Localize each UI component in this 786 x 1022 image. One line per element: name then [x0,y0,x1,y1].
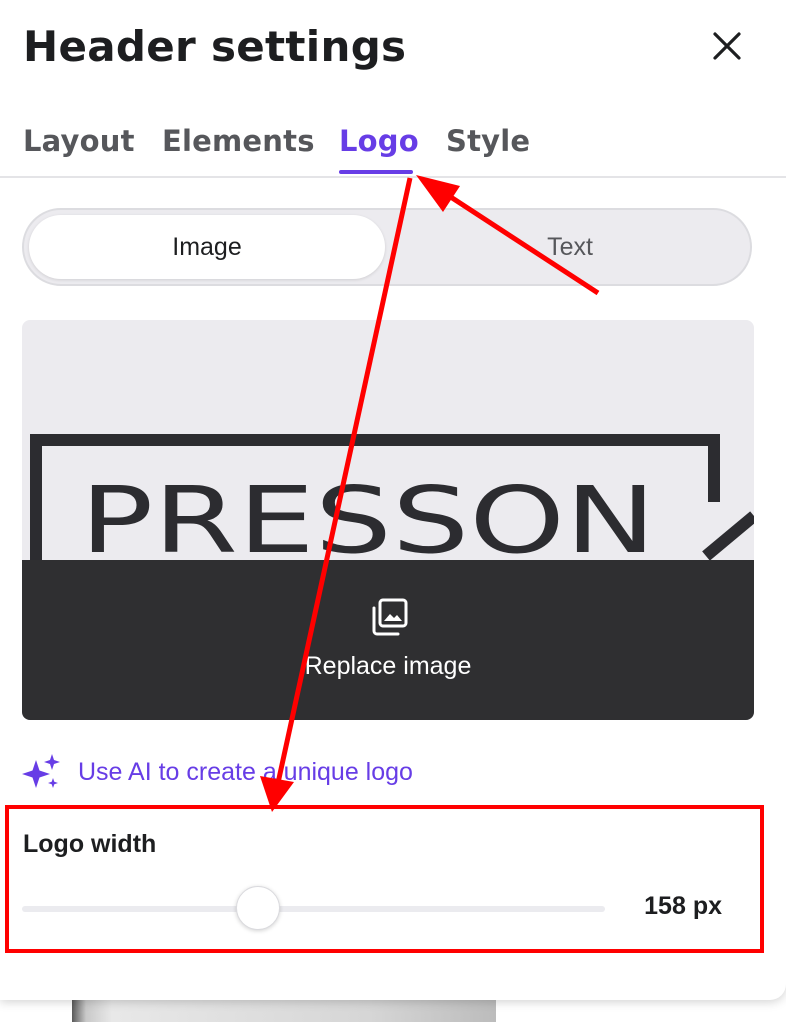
image-gallery-icon [372,598,408,636]
replace-image-label: Replace image [304,652,472,680]
logo-width-label: Logo width [23,830,157,858]
logo-type-image-option[interactable]: Image [29,215,385,279]
logo-width-slider-thumb[interactable] [236,886,280,930]
header-settings-panel: Header settings Layout Elements Logo Sty… [0,0,786,1000]
logo-type-toggle: Image Text [22,208,752,286]
close-icon[interactable] [710,29,744,63]
tab-logo[interactable]: Logo [339,124,419,158]
logo-width-slider-track[interactable] [22,906,605,912]
logo-type-text-option[interactable]: Text [392,215,748,279]
tab-layout[interactable]: Layout [23,124,135,158]
replace-image-button[interactable]: Replace image [22,560,754,720]
active-tab-indicator [339,170,413,174]
panel-title: Header settings [23,22,407,71]
tab-style[interactable]: Style [446,124,530,158]
ai-logo-link-label: Use AI to create a unique logo [78,757,413,786]
sparkles-icon [22,754,60,788]
logo-preview: PRESSON Replace image [22,320,754,720]
tab-elements[interactable]: Elements [162,124,315,158]
ai-logo-link[interactable]: Use AI to create a unique logo [22,752,413,792]
settings-tabs: Layout Elements Logo Style [0,120,786,178]
logo-width-value: 158 px [644,892,722,920]
logo-text: PRESSON [80,467,656,574]
